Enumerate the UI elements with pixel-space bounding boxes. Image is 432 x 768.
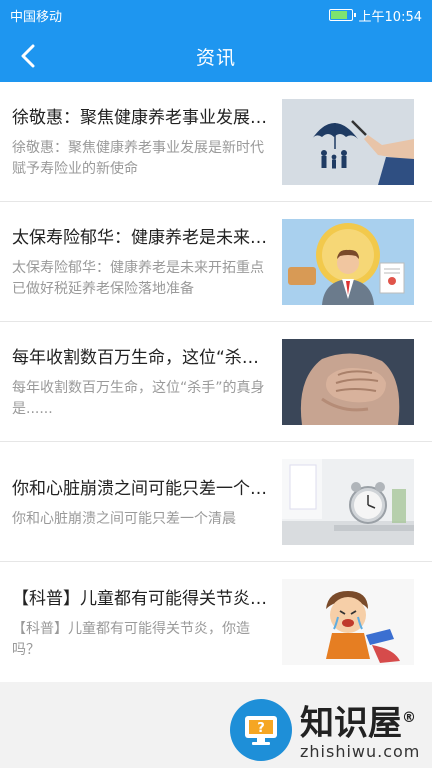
article-summary: 你和心脏崩溃之间可能只差一个清晨 [12, 510, 236, 527]
watermark-domain: zhishiwu.com [300, 742, 421, 762]
crying-child-icon [282, 579, 414, 665]
article-summary: 徐敬惠：聚焦健康养老事业发展是新时代赋予寿险业的新使命 [12, 140, 264, 177]
article-title: 【科普】儿童都有可能得关节炎，你造吗？ [12, 588, 270, 609]
status-bar: 中国移动 上午10:54 [0, 0, 432, 30]
page-title: 资讯 [195, 46, 236, 69]
article-item[interactable]: 每年收割数百万生命，这位“杀手”的真身是...... 每年收割数百万生命，这位“… [0, 322, 432, 442]
chest-pain-icon [282, 338, 414, 425]
umbrella-family-icon [282, 98, 414, 185]
article-thumbnail [282, 98, 414, 185]
back-button[interactable] [14, 42, 42, 70]
watermark: ? 知识屋® zhishiwu.com [220, 692, 432, 768]
article-thumbnail [282, 579, 414, 665]
article-summary: 每年收割数百万生命，这位“杀手”的真身是...... [12, 380, 265, 417]
article-title: 太保寿险郁华：健康养老是未来开拓重点 已做好税延养老保险落地准备 [12, 228, 270, 248]
article-item[interactable]: 【科普】儿童都有可能得关节炎，你造吗？ 【科普】儿童都有可能得关节炎，你造吗？ [0, 562, 432, 682]
article-list: 徐敬惠：聚焦健康养老事业发展是新时代赋予寿险业的新使命 徐敬惠：聚焦健康养老事业… [0, 82, 432, 682]
app-bar: 资讯 [0, 30, 432, 82]
article-thumbnail [282, 338, 414, 425]
article-title: 每年收割数百万生命，这位“杀手”的真身是...... [12, 348, 270, 368]
registered-mark: ® [402, 709, 416, 726]
article-title: 徐敬惠：聚焦健康养老事业发展是新时代赋予寿险业的新使命 [12, 108, 270, 128]
article-title: 你和心脏崩溃之间可能只差一个清晨 [12, 478, 270, 499]
businessman-icon [282, 218, 414, 305]
watermark-brand: 知识屋 [300, 703, 402, 744]
carrier-label: 中国移动 [10, 9, 63, 25]
alarm-clock-icon [282, 458, 414, 545]
article-item[interactable]: 徐敬惠：聚焦健康养老事业发展是新时代赋予寿险业的新使命 徐敬惠：聚焦健康养老事业… [0, 82, 432, 202]
article-item[interactable]: 你和心脏崩溃之间可能只差一个清晨 你和心脏崩溃之间可能只差一个清晨 [0, 442, 432, 562]
article-item[interactable]: 太保寿险郁华：健康养老是未来开拓重点 已做好税延养老保险落地准备 太保寿险郁华：… [0, 202, 432, 322]
article-thumbnail [282, 458, 414, 545]
battery-icon [328, 9, 356, 21]
clock-label: 上午10:54 [358, 9, 422, 25]
chevron-left-icon [21, 44, 35, 68]
article-thumbnail [282, 218, 414, 305]
article-summary: 【科普】儿童都有可能得关节炎，你造吗？ [12, 620, 250, 658]
svg-text:?: ? [257, 721, 265, 736]
help-monitor-icon: ? [245, 716, 277, 745]
watermark-logo: ? [230, 699, 292, 761]
article-summary: 太保寿险郁华：健康养老是未来开拓重点 已做好税延养老保险落地准备 [12, 260, 264, 297]
